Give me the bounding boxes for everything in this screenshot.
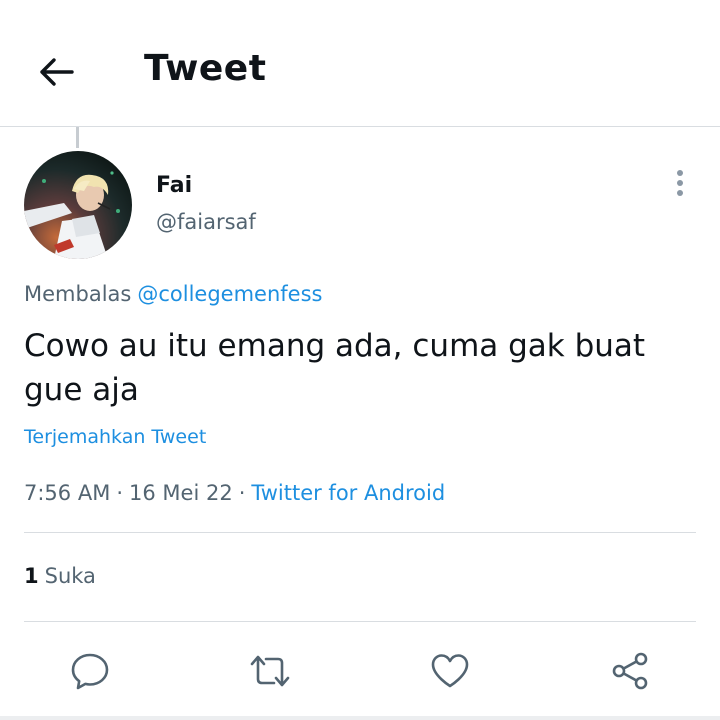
- likes-label: Suka: [44, 564, 96, 588]
- top-app-bar: Tweet: [0, 0, 720, 127]
- bottom-edge: [0, 716, 720, 720]
- more-vertical-icon: [677, 170, 683, 176]
- author-handle[interactable]: @faiarsaf: [156, 210, 256, 234]
- profile-avatar-image: [24, 151, 132, 259]
- meta-separator: ·: [116, 481, 124, 505]
- reply-label: Membalas: [24, 282, 132, 306]
- divider: [24, 532, 696, 533]
- comment-icon: [71, 653, 109, 690]
- tweet-text: Cowo au itu emang ada, cuma gak buat gue…: [24, 328, 646, 408]
- reply-button[interactable]: [68, 649, 112, 693]
- back-button[interactable]: [30, 46, 82, 98]
- tweet-source-link[interactable]: Twitter for Android: [251, 481, 445, 505]
- more-dot: [677, 190, 683, 196]
- tweet-date: 16 Mei 22: [129, 481, 233, 505]
- retweet-icon: [250, 655, 290, 687]
- divider: [24, 621, 696, 622]
- page-title: Tweet: [144, 48, 267, 89]
- thread-connector-line: [76, 127, 79, 148]
- arrow-left-icon: [40, 58, 74, 86]
- reply-mention-link[interactable]: @collegemenfess: [137, 282, 322, 306]
- likes-count: 1: [24, 564, 39, 588]
- like-button[interactable]: [428, 649, 472, 693]
- translate-tweet-link[interactable]: Terjemahkan Tweet: [24, 426, 206, 448]
- meta-separator: ·: [238, 481, 246, 505]
- avatar[interactable]: [24, 151, 132, 259]
- author-display-name[interactable]: Fai: [156, 173, 192, 198]
- retweet-button[interactable]: [248, 649, 292, 693]
- reply-context: Membalas @collegemenfess: [24, 282, 322, 306]
- share-button[interactable]: [608, 649, 652, 693]
- share-icon: [612, 652, 648, 690]
- tweet-time: 7:56 AM: [24, 481, 111, 505]
- likes-stat[interactable]: 1 Suka: [24, 564, 96, 588]
- more-dot: [677, 180, 683, 186]
- more-options-button[interactable]: [664, 166, 696, 200]
- tweet-metadata: 7:56 AM · 16 Mei 22 · Twitter for Android: [24, 481, 445, 505]
- heart-icon: [431, 654, 469, 688]
